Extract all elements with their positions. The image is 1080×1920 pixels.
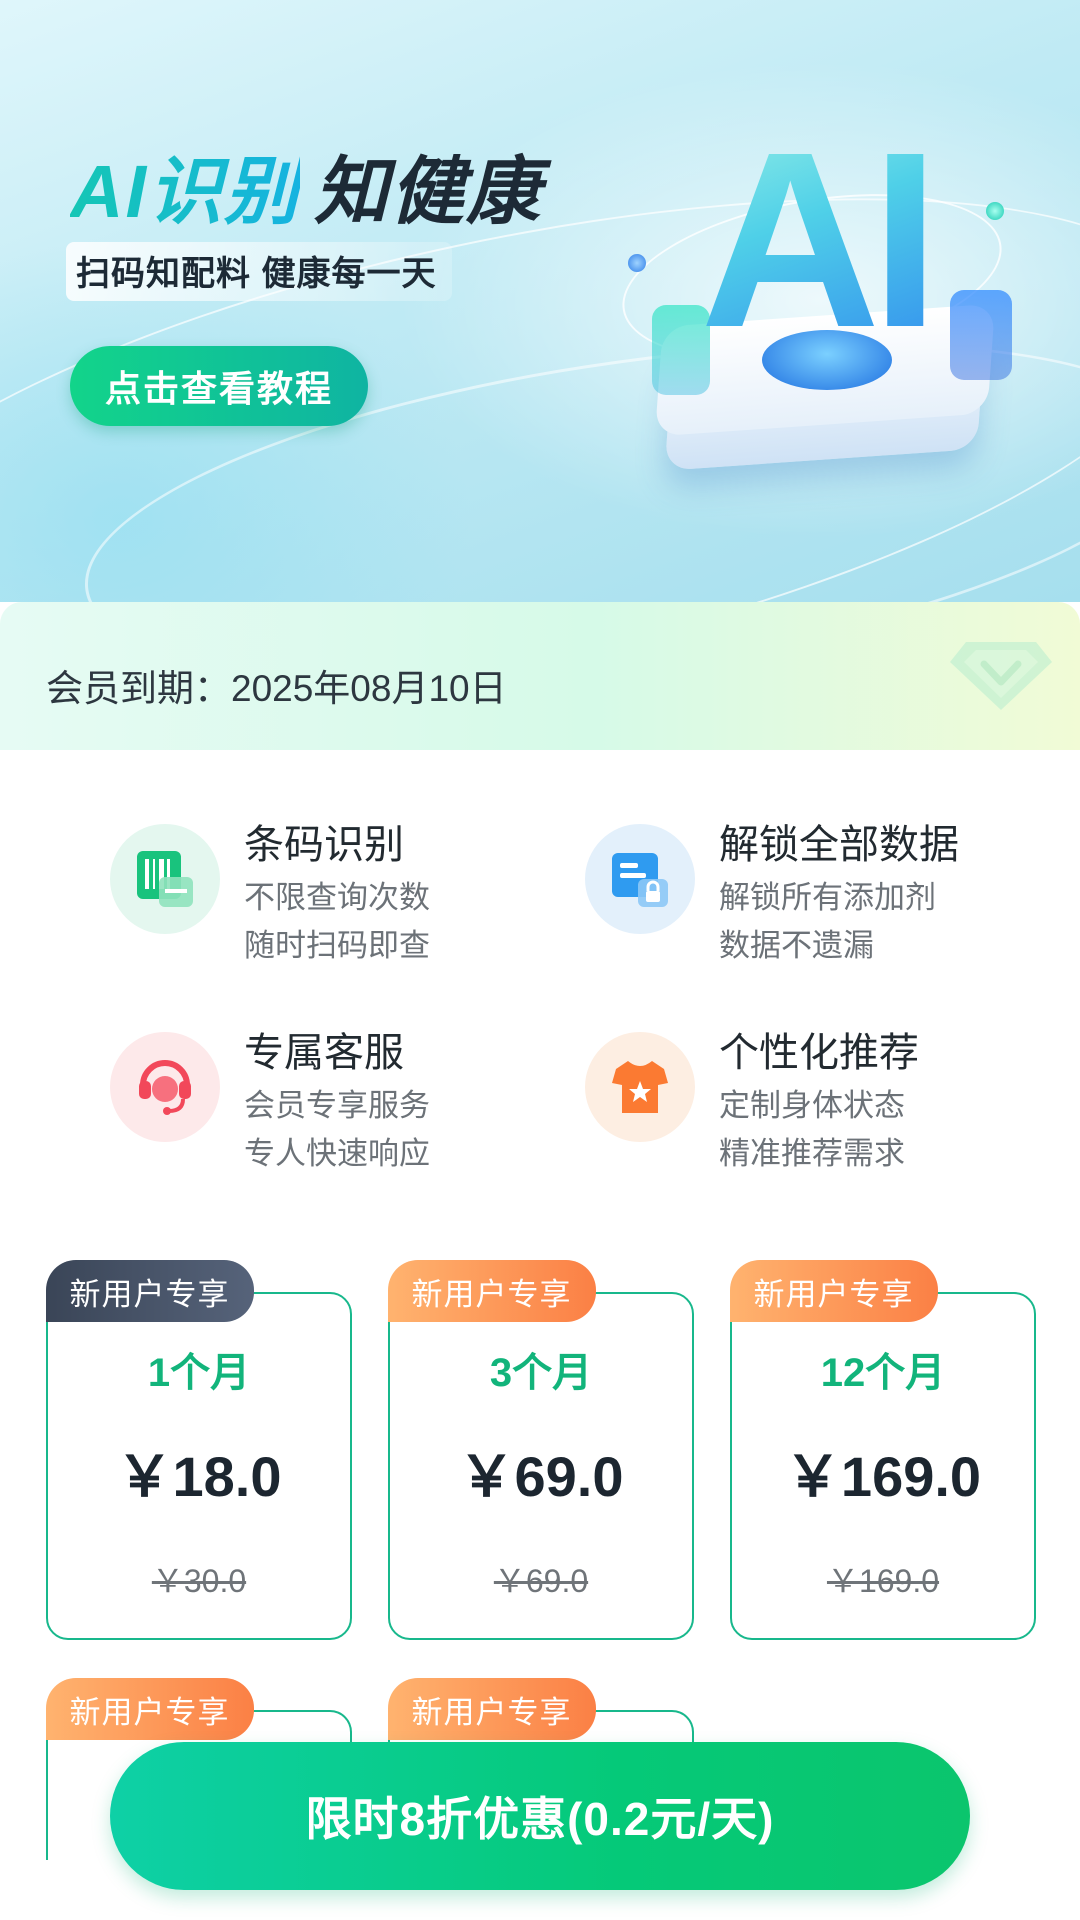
unlock-data-icon xyxy=(585,824,695,934)
new-user-tag: 新用户专享 xyxy=(729,1260,938,1322)
recommend-shirt-icon xyxy=(585,1032,695,1142)
new-user-tag: 新用户专享 xyxy=(387,1678,596,1740)
plan-original-price: ￥169.0 xyxy=(826,1563,940,1599)
benefit-recommend: 个性化推荐 定制身体状态 精准推荐需求 xyxy=(585,1020,1045,1171)
plan-duration: 12个月 xyxy=(820,1351,946,1395)
plan-price: ￥69.0 xyxy=(458,1445,624,1508)
plan-card-1-month[interactable]: 新用户专享 1个月 ￥18.0 ￥30.0 xyxy=(45,1260,352,1640)
orbit-dot xyxy=(628,254,646,272)
new-user-tag: 新用户专享 xyxy=(45,1678,254,1740)
benefit-desc: 随时扫码即查 xyxy=(244,928,430,963)
plan-original-price: ￥30.0 xyxy=(151,1563,247,1599)
plan-price: ￥169.0 xyxy=(784,1445,982,1508)
benefit-title: 专属客服 xyxy=(244,1031,404,1075)
plan-price: ￥18.0 xyxy=(116,1445,282,1508)
banner-headline: AI识别 知健康 xyxy=(70,132,542,239)
membership-strip: 会员到期：2025年08月10日 xyxy=(0,602,1080,750)
view-tutorial-button[interactable]: 点击查看教程 xyxy=(70,346,368,426)
promo-banner: AI识别 知健康 扫码知配料 健康每一天 点击查看教程 AI xyxy=(0,0,1080,602)
benefit-title: 条码识别 xyxy=(244,823,404,867)
ai-illustration: AI xyxy=(609,90,1020,490)
ai-letters: AI xyxy=(700,100,1000,380)
plan-duration: 1个月 xyxy=(147,1351,251,1395)
benefit-desc: 专人快速响应 xyxy=(244,1136,430,1171)
new-user-tag: 新用户专享 xyxy=(387,1260,596,1322)
plan-card-3-months[interactable]: 新用户专享 3个月 ￥69.0 ￥69.0 xyxy=(387,1260,694,1640)
barcode-scan-icon xyxy=(110,824,220,934)
benefit-title: 个性化推荐 xyxy=(719,1031,919,1075)
benefit-unlock-data: 解锁全部数据 解锁所有添加剂 数据不遗漏 xyxy=(585,812,1045,963)
headline-rest: 知健康 xyxy=(314,150,542,233)
benefit-desc: 定制身体状态 xyxy=(719,1088,905,1123)
benefit-title: 解锁全部数据 xyxy=(719,823,959,867)
benefit-desc: 不限查询次数 xyxy=(244,880,430,915)
membership-expiry: 会员到期：2025年08月10日 xyxy=(46,668,507,709)
new-user-tag: 新用户专享 xyxy=(45,1260,254,1322)
customer-service-icon xyxy=(110,1032,220,1142)
plan-original-price: ￥69.0 xyxy=(493,1563,589,1599)
benefit-desc: 解锁所有添加剂 xyxy=(719,880,936,915)
benefit-barcode: 条码识别 不限查询次数 随时扫码即查 xyxy=(110,812,570,963)
benefit-customer-service: 专属客服 会员专享服务 专人快速响应 xyxy=(110,1020,570,1171)
diamond-icon xyxy=(950,642,1052,710)
plan-card-12-months[interactable]: 新用户专享 12个月 ￥169.0 ￥169.0 xyxy=(729,1260,1036,1640)
banner-subline: 扫码知配料 健康每一天 xyxy=(66,242,453,301)
benefit-desc: 会员专享服务 xyxy=(244,1088,430,1123)
headline-accent: AI识别 xyxy=(70,150,300,233)
purchase-discount-button[interactable]: 限时8折优惠(0.2元/天) xyxy=(110,1742,970,1890)
benefit-desc: 精准推荐需求 xyxy=(719,1136,905,1171)
benefit-desc: 数据不遗漏 xyxy=(719,928,874,963)
plan-duration: 3个月 xyxy=(489,1351,593,1395)
